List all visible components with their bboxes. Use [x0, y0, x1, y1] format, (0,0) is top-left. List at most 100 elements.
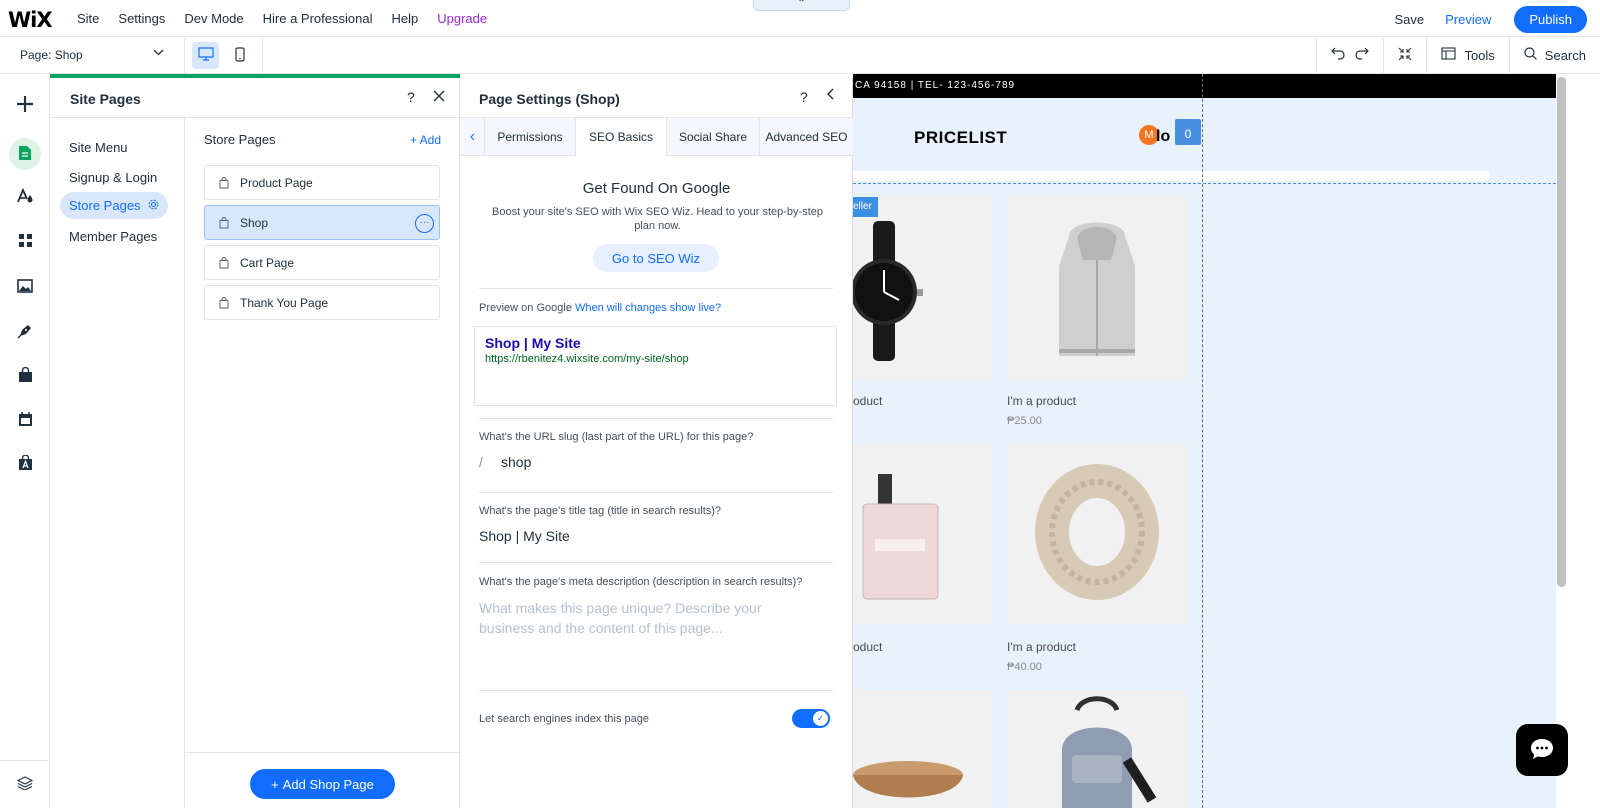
- tools-button[interactable]: Tools: [1426, 37, 1508, 73]
- page-item-product-page[interactable]: Product Page: [204, 165, 440, 200]
- more-options-icon[interactable]: ···: [415, 214, 434, 233]
- design-button[interactable]: [9, 181, 41, 213]
- menu-signup-login[interactable]: Signup & Login: [69, 170, 157, 185]
- chevron-left-icon[interactable]: [826, 87, 834, 104]
- top-actions: Save Preview Publish: [1394, 6, 1600, 33]
- tab-advanced-seo[interactable]: Advanced SEO: [760, 118, 853, 156]
- section-guide-line: [853, 183, 1556, 184]
- menu-member-pages[interactable]: Member Pages: [69, 229, 157, 244]
- add-elements-button[interactable]: [9, 89, 41, 121]
- go-to-seo-wiz-button[interactable]: Go to SEO Wiz: [593, 244, 719, 272]
- shopping-bag-icon: [219, 176, 231, 189]
- menu-help[interactable]: Help: [391, 11, 418, 26]
- search-label: Search: [1544, 47, 1586, 63]
- divider: [479, 492, 833, 493]
- gear-icon[interactable]: [148, 198, 159, 213]
- wix-logo[interactable]: WiX: [8, 8, 53, 32]
- page-item-cart-page[interactable]: Cart Page: [204, 245, 440, 280]
- meta-description-input[interactable]: What makes this page unique? Describe yo…: [479, 598, 809, 638]
- product-image-watch[interactable]: [853, 196, 992, 380]
- zoom-out-button[interactable]: [1383, 37, 1426, 73]
- shopping-bag-icon: [219, 256, 231, 269]
- media-button[interactable]: [9, 271, 41, 303]
- google-preview-title: Shop | My Site: [485, 335, 581, 351]
- pricelist-heading[interactable]: PRICELIST: [914, 128, 1007, 148]
- pages-button[interactable]: [9, 138, 41, 170]
- product-price: ₱40.00: [1007, 661, 1042, 673]
- menu-upgrade[interactable]: Upgrade: [437, 11, 487, 26]
- menu-settings[interactable]: Settings: [118, 11, 165, 26]
- apps-button[interactable]: [9, 226, 41, 258]
- product-image-perfume[interactable]: [853, 444, 992, 624]
- menu-dev-mode[interactable]: Dev Mode: [184, 11, 243, 26]
- product-image-hoodie[interactable]: [1007, 196, 1187, 380]
- product-image-scarf[interactable]: [1007, 444, 1187, 624]
- editor-canvas[interactable]: CA 94158 | TEL- 123-456-789 PRICELIST M …: [853, 74, 1600, 808]
- redo-icon[interactable]: [1354, 47, 1370, 63]
- shopping-bag-icon: [219, 296, 231, 309]
- menu-site-menu[interactable]: Site Menu: [69, 140, 128, 155]
- add-page-link[interactable]: + Add: [410, 133, 441, 147]
- product-name: oduct: [853, 394, 883, 408]
- page-settings-panel: Page Settings (Shop) ? Permissions SEO B…: [460, 78, 853, 808]
- left-rail: [0, 74, 50, 808]
- editor-toolbar: Page: Shop Tools Search: [0, 37, 1600, 74]
- search-button[interactable]: Search: [1508, 37, 1600, 73]
- page-item-shop[interactable]: Shop ···: [204, 205, 440, 240]
- index-page-toggle[interactable]: ✓: [792, 709, 830, 728]
- tabs-scroll-left-button[interactable]: [460, 118, 485, 156]
- tools-label: Tools: [1464, 47, 1495, 63]
- save-button[interactable]: Save: [1394, 12, 1424, 27]
- cart-icon[interactable]: 0: [1175, 119, 1201, 145]
- search-icon: [1524, 47, 1537, 63]
- image-icon: [17, 278, 33, 296]
- blog-button[interactable]: [9, 316, 41, 348]
- app-market-button[interactable]: [9, 448, 41, 480]
- tools-icon: [1441, 47, 1456, 63]
- add-shop-page-label: Add Shop Page: [282, 776, 374, 792]
- help-icon[interactable]: ?: [800, 89, 808, 105]
- url-slug-label: What's the URL slug (last part of the UR…: [479, 431, 754, 443]
- menu-site[interactable]: Site: [77, 11, 99, 26]
- site-pages-title: Site Pages: [70, 91, 141, 107]
- bookings-button[interactable]: [9, 404, 41, 436]
- store-button[interactable]: [9, 360, 41, 392]
- menu-hire-professional[interactable]: Hire a Professional: [263, 11, 373, 26]
- tab-permissions[interactable]: Permissions: [485, 118, 576, 156]
- changes-live-link[interactable]: When will changes show live?: [575, 302, 721, 314]
- title-tag-input[interactable]: Shop | My Site: [479, 528, 570, 544]
- publish-button[interactable]: Publish: [1514, 6, 1587, 33]
- menu-store-pages[interactable]: Store Pages: [60, 192, 169, 219]
- site-pages-footer: + Add Shop Page: [185, 752, 460, 808]
- page-selector[interactable]: Page: Shop: [0, 37, 185, 73]
- product-image-bowl[interactable]: [853, 690, 992, 808]
- preview-button[interactable]: Preview: [1445, 12, 1491, 27]
- best-seller-badge: eller: [853, 197, 878, 217]
- product-name: I'm a product: [1007, 640, 1076, 654]
- undo-icon[interactable]: [1331, 47, 1346, 63]
- pen-icon: [17, 323, 33, 342]
- meta-description-label: What's the page's meta description (desc…: [479, 576, 803, 588]
- layers-button[interactable]: [0, 760, 50, 808]
- page-item-thank-you-page[interactable]: Thank You Page: [204, 285, 440, 320]
- page-item-label: Thank You Page: [240, 295, 329, 310]
- pages-icon: [18, 145, 32, 164]
- help-icon[interactable]: ?: [407, 89, 415, 105]
- page-item-label: Product Page: [240, 175, 313, 190]
- undo-redo-group: [1316, 37, 1383, 73]
- tab-seo-basics[interactable]: SEO Basics: [576, 118, 667, 156]
- page-edge-guide: [1202, 74, 1203, 808]
- collapse-toolbar-tab[interactable]: ⌃: [753, 0, 850, 11]
- url-slug-input[interactable]: shop: [501, 454, 531, 470]
- tab-social-share[interactable]: Social Share: [667, 118, 760, 156]
- close-icon[interactable]: [433, 87, 445, 107]
- mobile-view-button[interactable]: [226, 42, 253, 69]
- product-image-backpack[interactable]: [1007, 690, 1187, 808]
- add-shop-page-button[interactable]: + Add Shop Page: [250, 769, 395, 799]
- chat-button[interactable]: [1516, 724, 1568, 776]
- chevron-down-icon: [153, 47, 164, 59]
- canvas-scrollbar[interactable]: [1557, 77, 1566, 587]
- toolbar-right: Tools Search: [1316, 37, 1600, 73]
- login-text[interactable]: lo: [1156, 128, 1170, 146]
- desktop-view-button[interactable]: [192, 42, 219, 69]
